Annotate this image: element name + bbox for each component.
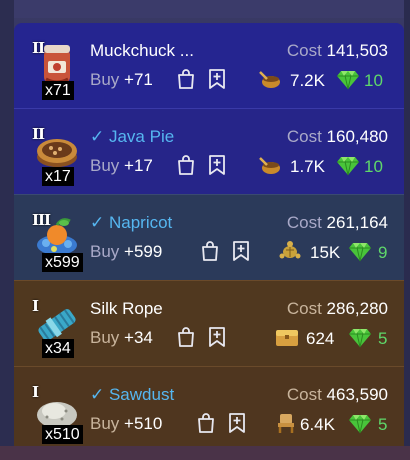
item-list-panel: II x71 Muckchuck ... Cost 141,503 Buy +7… <box>14 23 404 446</box>
item-row-muckchuck[interactable]: II x71 Muckchuck ... Cost 141,503 Buy +7… <box>14 23 404 108</box>
item-name: ✓ Napricot <box>90 213 173 232</box>
gem-value: 9 <box>378 243 388 262</box>
cost-text: Cost 286,280 <box>286 299 388 318</box>
gem-icon <box>337 70 359 90</box>
gem-icon <box>337 156 359 176</box>
background-top <box>0 0 410 18</box>
background-left <box>0 0 14 460</box>
buy-text: Buy +71 <box>90 70 153 89</box>
cost-text: Cost 463,590 <box>286 385 388 404</box>
gem-icon <box>349 242 371 262</box>
bookmark-add-icon[interactable] <box>208 154 226 176</box>
resource-value: 6.4K <box>300 415 335 434</box>
background-bottom <box>0 446 410 460</box>
tier-label: I <box>32 383 39 401</box>
quantity-badge: x17 <box>42 167 74 186</box>
chest-icon <box>276 330 298 346</box>
item-row-java-pie[interactable]: II x17 ✓ Java Pie Cost 160,480 Buy +17 1… <box>14 108 404 194</box>
shopping-bag-icon[interactable] <box>196 412 216 434</box>
gem-icon <box>349 414 371 434</box>
item-name: ✓ Sawdust <box>90 385 175 404</box>
bookmark-add-icon[interactable] <box>228 412 246 434</box>
shopping-bag-icon[interactable] <box>176 154 196 176</box>
buy-amount: +599 <box>124 242 163 261</box>
cost-value: 261,164 <box>326 213 388 232</box>
pot-icon <box>259 157 280 174</box>
item-name: Muckchuck ... <box>90 41 194 60</box>
shopping-bag-icon[interactable] <box>200 240 220 262</box>
tier-label: I <box>32 297 39 315</box>
item-row-silk-rope[interactable]: I x34 Silk Rope Cost 286,280 Buy +34 624… <box>14 280 404 366</box>
buy-text: Buy +34 <box>90 328 153 347</box>
tier-label: II <box>32 125 45 143</box>
buy-amount: +510 <box>124 414 163 433</box>
cost-value: 286,280 <box>326 299 388 318</box>
cost-text: Cost 261,164 <box>286 213 388 232</box>
resource-value: 7.2K <box>290 71 325 90</box>
shopping-bag-icon[interactable] <box>176 68 196 90</box>
buy-amount: +17 <box>124 156 153 175</box>
buy-amount: +34 <box>124 328 153 347</box>
gem-icon <box>349 328 371 348</box>
item-row-sawdust[interactable]: I x510 ✓ Sawdust Cost 463,590 Buy +510 6… <box>14 366 404 446</box>
bookmark-add-icon[interactable] <box>208 326 226 348</box>
item-name: Silk Rope <box>90 299 163 318</box>
quantity-badge: x71 <box>42 81 74 100</box>
quantity-badge: x34 <box>42 339 74 358</box>
gem-value: 5 <box>378 329 388 348</box>
buy-text: Buy +599 <box>90 242 163 261</box>
background-right <box>404 0 410 460</box>
cost-value: 141,503 <box>326 41 388 60</box>
shopping-bag-icon[interactable] <box>176 326 196 348</box>
tier-label: III <box>32 211 51 229</box>
cost-value: 160,480 <box>326 127 388 146</box>
bookmark-add-icon[interactable] <box>232 240 250 262</box>
cost-text: Cost 160,480 <box>286 127 388 146</box>
resource-value: 1.7K <box>290 157 325 176</box>
quantity-badge: x510 <box>42 425 83 444</box>
buy-text: Buy +510 <box>90 414 163 433</box>
resource-value: 624 <box>306 329 335 348</box>
chair-icon <box>278 414 294 433</box>
cost-value: 463,590 <box>326 385 388 404</box>
gem-value: 5 <box>378 415 388 434</box>
pot-icon <box>259 71 280 88</box>
tier-label: II <box>32 39 45 57</box>
bookmark-add-icon[interactable] <box>208 68 226 90</box>
turtle-icon <box>279 241 301 259</box>
buy-amount: +71 <box>124 70 153 89</box>
gem-value: 10 <box>364 157 383 176</box>
buy-text: Buy +17 <box>90 156 153 175</box>
item-name: ✓ Java Pie <box>90 127 175 146</box>
resource-value: 15K <box>310 243 341 262</box>
cost-text: Cost 141,503 <box>286 41 388 60</box>
quantity-badge: x599 <box>42 253 83 272</box>
gem-value: 10 <box>364 71 383 90</box>
item-row-napricot[interactable]: III x599 ✓ Napricot Cost 261,164 Buy +59… <box>14 194 404 280</box>
